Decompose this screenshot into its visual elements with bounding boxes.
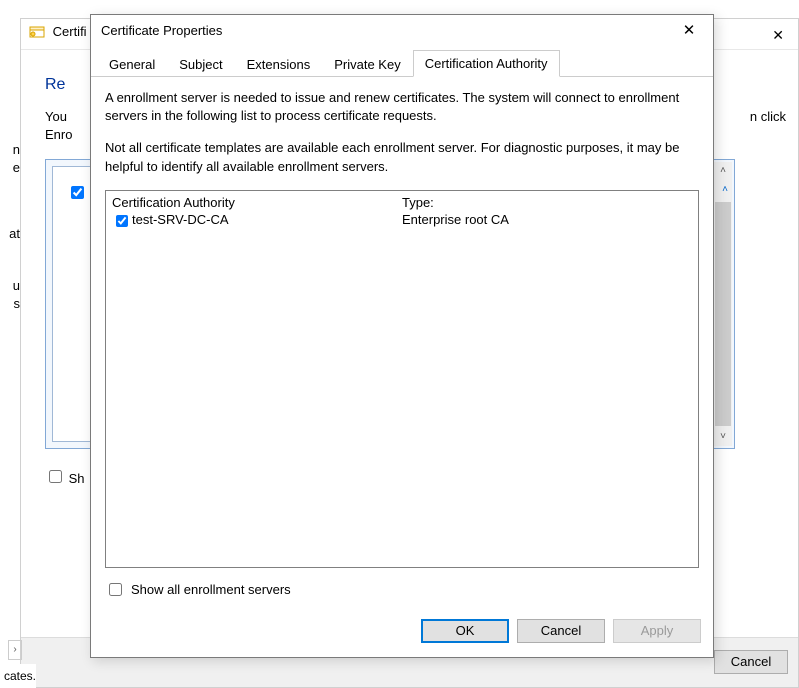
certificate-properties-dialog: Certificate Properties ✕ General Subject…: [90, 14, 714, 658]
left-tree-fragment: n e at u s: [0, 0, 20, 688]
parent-body-fragment2: Enro: [45, 127, 72, 142]
scroll-caret-icon[interactable]: ˄: [722, 184, 728, 195]
parent-list-checkbox[interactable]: [71, 186, 84, 199]
parent-cancel-button[interactable]: Cancel: [714, 650, 788, 674]
status-bar-fragment: cates.: [0, 664, 36, 688]
description-paragraph-1: A enrollment server is needed to issue a…: [105, 89, 699, 125]
scroll-thumb[interactable]: [715, 202, 731, 426]
scrollbar[interactable]: ˄ ˄ ˅: [714, 162, 732, 446]
dialog-button-bar: OK Cancel Apply: [91, 609, 713, 657]
ca-row-type: Enterprise root CA: [402, 212, 692, 227]
close-icon[interactable]: ✕: [675, 21, 703, 39]
scroll-up-icon[interactable]: ˄: [714, 162, 732, 180]
parent-show-label-fragment: Sh: [69, 471, 85, 486]
parent-show-checkbox[interactable]: [49, 470, 62, 483]
tree-expand-right-icon[interactable]: ›: [8, 640, 22, 660]
cert-icon: [29, 24, 45, 40]
dialog-title: Certificate Properties: [101, 23, 222, 38]
ca-row-name[interactable]: test-SRV-DC-CA: [132, 212, 229, 230]
apply-button[interactable]: Apply: [613, 619, 701, 643]
show-all-servers-option[interactable]: Show all enrollment servers: [105, 580, 699, 599]
ca-col-header-type: Type:: [402, 195, 692, 210]
parent-body-fragment: You: [45, 109, 67, 124]
tab-bar: General Subject Extensions Private Key C…: [91, 49, 713, 77]
ca-col-header-name: Certification Authority: [112, 195, 402, 210]
scroll-down-icon[interactable]: ˅: [714, 428, 732, 446]
ca-row-checkbox[interactable]: [116, 215, 128, 227]
show-all-servers-label: Show all enrollment servers: [131, 582, 291, 597]
parent-close-icon[interactable]: ✕: [772, 27, 784, 44]
tab-private-key[interactable]: Private Key: [322, 51, 412, 77]
ok-button[interactable]: OK: [421, 619, 509, 643]
description-paragraph-2: Not all certificate templates are availa…: [105, 139, 699, 175]
ca-list-box[interactable]: Certification Authority test-SRV-DC-CA T…: [105, 190, 699, 568]
cancel-button[interactable]: Cancel: [517, 619, 605, 643]
parent-body-fragment-right: n click: [750, 108, 786, 126]
tab-general[interactable]: General: [97, 51, 167, 77]
parent-title-fragment: Certifi: [53, 24, 87, 39]
tab-certification-authority[interactable]: Certification Authority: [413, 50, 560, 77]
tab-extensions[interactable]: Extensions: [235, 51, 323, 77]
tab-subject[interactable]: Subject: [167, 51, 234, 77]
show-all-servers-checkbox[interactable]: [109, 583, 122, 596]
